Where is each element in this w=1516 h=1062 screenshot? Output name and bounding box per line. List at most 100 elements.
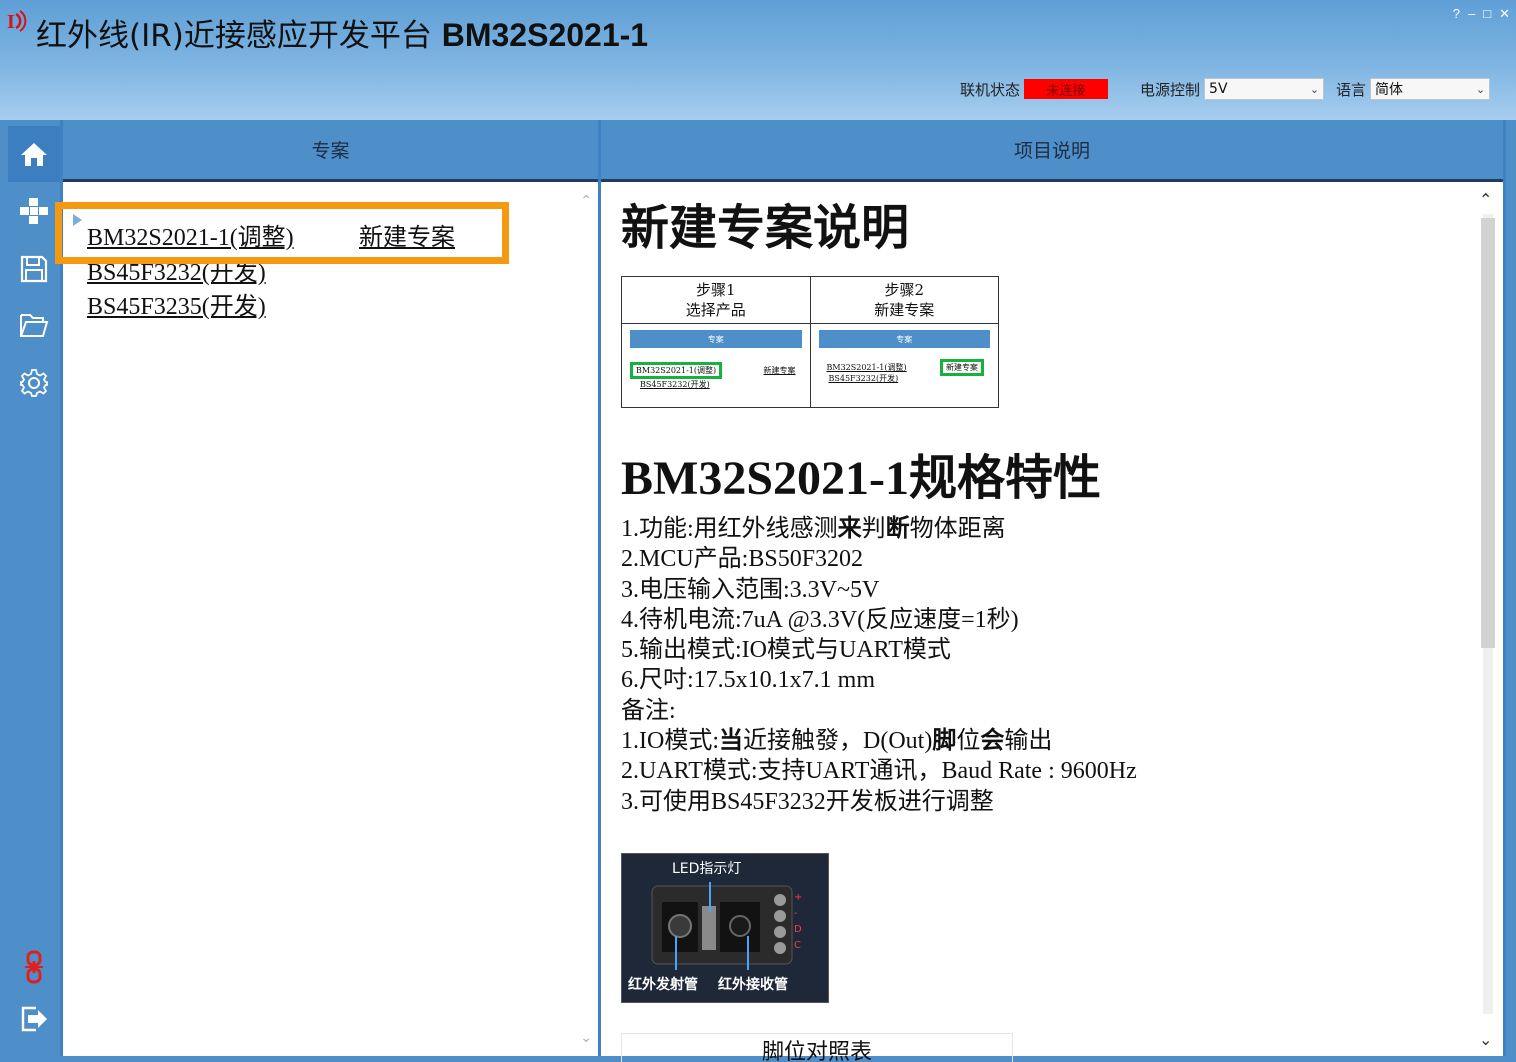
tree-expand-icon[interactable]	[73, 214, 82, 226]
pin-label: C	[794, 939, 801, 951]
window-controls: ? – □ ✕	[1453, 6, 1510, 22]
spec-text: 近接触發，D(Out)	[743, 728, 933, 755]
scroll-thumb[interactable]	[1481, 218, 1495, 648]
settings-icon	[20, 369, 48, 397]
pin-label: -	[794, 907, 798, 919]
step-1-header: 步骤1 选择产品	[621, 276, 811, 324]
description-document: 新建专案说明 步骤1 选择产品 步骤2 新建专案 专案 BM32S2021-1(…	[621, 188, 1461, 1062]
status-bar: 联机状态 未连接 电源控制 5V ⌄ 语言 简体 ⌄	[960, 76, 1491, 102]
open-folder-icon	[20, 314, 49, 337]
project-panel-header: 专案	[63, 120, 598, 182]
new-project-link[interactable]: 新建专案	[359, 217, 455, 252]
pin-table-header: 脚位对照表	[621, 1032, 1013, 1062]
mini-highlight: BM32S2021-1(调整)	[630, 362, 723, 379]
spec-text: 1.功能:用红外线感测	[621, 516, 838, 542]
chevron-down-icon: ⌄	[1309, 82, 1320, 96]
nav-open[interactable]	[8, 300, 60, 350]
photo-label-receiver: 红外接收管	[718, 976, 788, 993]
maximize-button[interactable]: □	[1483, 6, 1491, 22]
project-item[interactable]: BS45F3235(开发)	[87, 286, 266, 321]
scroll-down-icon[interactable]: ⌄	[580, 1029, 592, 1046]
pin-label: D	[794, 923, 802, 935]
language-label: 语言	[1336, 80, 1367, 99]
spec-line: 2.MCU产品:BS50F3202	[621, 546, 864, 573]
scroll-up-icon[interactable]: ⌃	[580, 192, 592, 209]
language-select[interactable]: 简体 ⌄	[1370, 78, 1491, 100]
chevron-down-icon: ⌄	[1475, 82, 1486, 96]
vertical-scrollbar[interactable]: ⌃ ⌄	[1477, 190, 1497, 1050]
spec-line: 3.可使用BS45F3232开发板进行调整	[621, 788, 994, 815]
step-2-image: 专案 BM32S2021-1(调整) 新建专案 BS45F3232(开发)	[809, 323, 999, 408]
spec-text: 物体距离	[909, 516, 1006, 542]
svg-text:I: I	[7, 11, 15, 33]
description-panel: 项目说明 新建专案说明 步骤1 选择产品 步骤2 新建专案 专案 BM32S20…	[598, 120, 1506, 1062]
nav-sidebar	[8, 120, 60, 1056]
mini-row: BM32S2021-1(调整) 新建专案	[630, 362, 802, 379]
spec-line: 2.UART模式:支持UART通讯，Baud Rate : 9600Hz	[621, 758, 1137, 785]
close-button[interactable]: ✕	[1499, 6, 1510, 22]
spec-text: 当	[719, 728, 743, 755]
connection-status-label: 联机状态	[960, 80, 1021, 99]
project-panel: 专案 ⌃ BM32S2021-1(调整) 新建专案 BS45F3232(开发) …	[60, 120, 598, 1056]
mini-header: 专案	[818, 330, 990, 348]
spec-text: 来	[837, 516, 862, 542]
mini-new: 新建专案	[763, 366, 796, 375]
doc-title: 新建专案说明	[621, 200, 910, 256]
mini-item: BM32S2021-1(调整)	[826, 363, 907, 372]
power-control-select[interactable]: 5V ⌄	[1204, 78, 1325, 100]
step-1-image: 专案 BM32S2021-1(调整) 新建专案 BS45F3232(开发)	[621, 323, 811, 408]
step-2-header: 步骤2 新建专案	[809, 276, 999, 324]
help-button[interactable]: ?	[1453, 6, 1460, 22]
connection-status-badge: 未连接	[1024, 79, 1109, 99]
home-icon	[21, 143, 47, 166]
minimize-button[interactable]: –	[1468, 6, 1475, 22]
nav-modules[interactable]	[8, 186, 60, 236]
step-label: 步骤1	[695, 281, 736, 299]
steps-table: 步骤1 选择产品 步骤2 新建专案 专案 BM32S2021-1(调整) 新建专…	[621, 276, 999, 408]
spec-line: 5.输出模式:IO模式与UART模式	[621, 637, 951, 664]
spec-line: 1.IO模式:当近接触發，D(Out)脚位会输出	[621, 726, 1461, 756]
spec-text: 脚	[932, 728, 957, 755]
spec-line: 6.尺吋:17.5x10.1x7.1 mm	[621, 667, 876, 694]
modules-icon	[20, 198, 48, 224]
scroll-up-icon[interactable]: ⌃	[1479, 190, 1492, 210]
photo-label-led: LED指示灯	[672, 860, 742, 877]
spec-line: 1.功能:用红外线感测来判断物体距离	[621, 514, 1461, 544]
project-item[interactable]: BM32S2021-1(调整)	[87, 217, 294, 252]
spec-title: BM32S2021-1规格特性	[621, 452, 1102, 505]
photo-label-emitter: 红外发射管	[628, 976, 698, 993]
spec-text: 判	[861, 516, 886, 542]
power-control-value: 5V	[1209, 81, 1228, 97]
spec-text: 输出	[1004, 728, 1053, 755]
description-panel-header: 项目说明	[601, 120, 1503, 182]
step-desc: 选择产品	[685, 301, 746, 319]
spec-line: 备注:	[621, 697, 676, 724]
nav-exit[interactable]	[8, 994, 60, 1044]
link-icon	[25, 950, 43, 984]
mini-row: BM32S2021-1(调整) 新建专案	[819, 359, 991, 376]
step-label: 步骤2	[884, 281, 925, 299]
spec-text: 1.IO模式:	[621, 728, 719, 755]
mini-highlight: 新建专案	[940, 359, 984, 376]
app-title: 红外线(IR)近接感应开发平台 BM32S2021-1	[36, 10, 648, 55]
project-item[interactable]: BS45F3232(开发)	[87, 252, 266, 287]
nav-link[interactable]	[8, 942, 60, 992]
spec-line: 4.待机电流:7uA @3.3V(反应速度=1秒)	[621, 606, 1019, 633]
nav-save[interactable]	[8, 244, 60, 294]
app-title-text: 红外线(IR)近接感应开发平台	[36, 18, 442, 54]
pin-label: +	[794, 891, 803, 903]
title-bar: I 红外线(IR)近接感应开发平台 BM32S2021-1 ? – □ ✕ 联机…	[0, 0, 1516, 120]
app-logo-icon: I	[6, 6, 34, 34]
spec-text: 断	[885, 516, 910, 542]
power-control-label: 电源控制	[1140, 80, 1201, 99]
mini-sub: BS45F3232(开发)	[640, 380, 710, 389]
exit-icon	[21, 1006, 47, 1032]
language-value: 简体	[1375, 82, 1404, 98]
spec-text: 位	[956, 728, 981, 755]
save-icon	[20, 255, 48, 283]
nav-settings[interactable]	[8, 358, 60, 408]
app-title-model: BM32S2021-1	[441, 17, 649, 53]
step-desc: 新建专案	[874, 301, 935, 319]
nav-home[interactable]	[8, 126, 60, 182]
scroll-down-icon[interactable]: ⌄	[1479, 1030, 1492, 1050]
